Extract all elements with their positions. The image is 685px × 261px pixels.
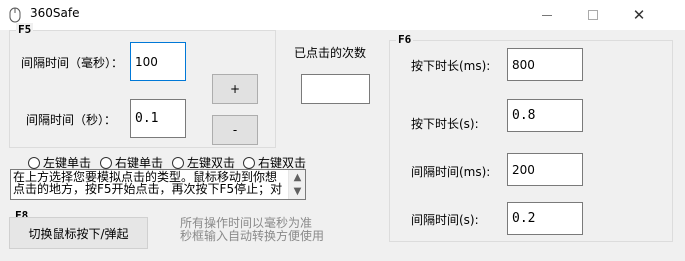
interval-ms-input[interactable]: 100: [130, 42, 186, 81]
instructions-textbox[interactable]: 在上方选择您要模拟点击的类型。鼠标移动到你想点击的地方，按F5开始点击，再次按下…: [10, 169, 306, 200]
radio-circle: [28, 156, 40, 169]
window-title: 360Safe: [30, 6, 80, 20]
increment-button[interactable]: +: [212, 74, 258, 104]
maximize-button[interactable]: [570, 0, 616, 30]
instructions-scrollbar[interactable]: ▲ ▼: [288, 170, 305, 199]
minimize-icon: [542, 14, 552, 16]
note-line-2: 秒框输入自动转换方便使用: [180, 229, 325, 243]
close-icon: ✕: [632, 6, 646, 24]
toggle-mouse-button[interactable]: 切换鼠标按下/弹起: [9, 217, 148, 249]
press-ms-input[interactable]: 800: [507, 48, 583, 81]
mouse-icon: [9, 7, 21, 23]
interval-s-f6-input[interactable]: 0.2: [507, 202, 583, 235]
press-s-input[interactable]: 0.8: [507, 99, 583, 132]
interval-s-label: 间隔时间（秒）：: [26, 113, 117, 127]
click-count-box: [301, 74, 370, 104]
interval-ms-f6-input[interactable]: 200: [507, 153, 583, 186]
f5-group-label: F5: [16, 23, 34, 36]
down-arrow-icon[interactable]: ▼: [289, 184, 305, 199]
maximize-icon: [588, 10, 598, 20]
up-arrow-icon[interactable]: ▲: [289, 170, 305, 185]
f6-group-label: F6: [396, 33, 414, 46]
minimize-button[interactable]: [524, 0, 570, 30]
press-ms-label: 按下时长(ms):: [411, 59, 491, 73]
click-count-label: 已点击的次数: [294, 46, 367, 60]
decrement-button[interactable]: -: [212, 115, 258, 145]
interval-ms-f6-label: 间隔时间(ms):: [411, 165, 491, 179]
title-bar: 360Safe ✕: [0, 0, 685, 30]
radio-circle: [243, 156, 255, 169]
radio-circle: [100, 156, 112, 169]
close-button[interactable]: ✕: [616, 0, 662, 30]
press-s-label: 按下时长(s):: [411, 117, 479, 131]
interval-s-input[interactable]: 0.1: [130, 99, 186, 138]
instructions-text: 在上方选择您要模拟点击的类型。鼠标移动到你想点击的地方，按F5开始点击，再次按下…: [13, 170, 283, 196]
interval-ms-label: 间隔时间（毫秒）：: [21, 56, 124, 70]
interval-s-f6-label: 间隔时间(s):: [411, 213, 479, 227]
radio-circle: [172, 156, 184, 169]
